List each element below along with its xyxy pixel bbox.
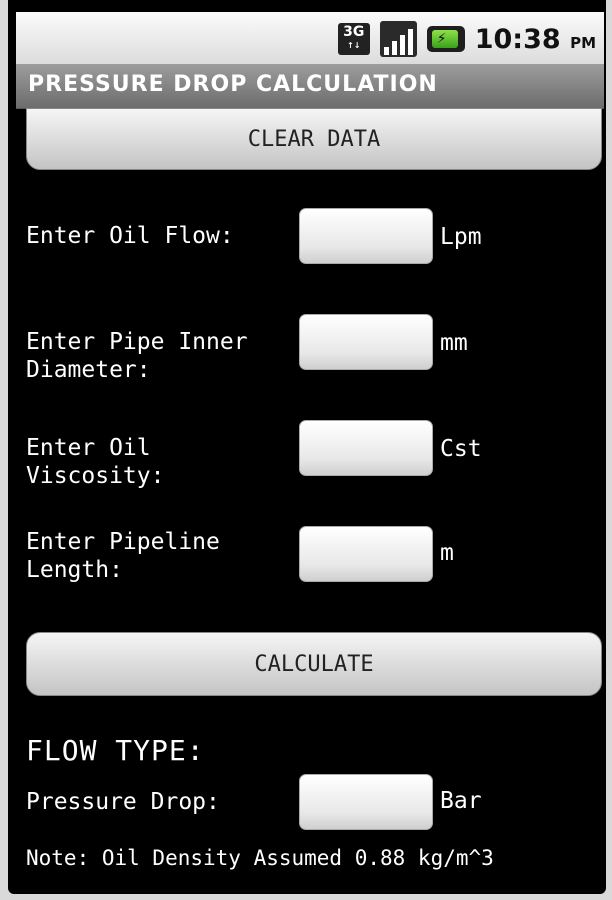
pressure-drop-unit: Bar [440,788,482,814]
density-note: Note: Oil Density Assumed 0.88 kg/m^3 [26,846,494,870]
oil-viscosity-label: Enter Oil Viscosity: [26,435,165,489]
pipe-diameter-input[interactable] [299,314,433,370]
pipeline-length-input[interactable] [299,526,433,582]
clear-data-button[interactable]: CLEAR DATA [26,108,602,170]
phone-screen: 3G ↑↓ ⚡ 10:38 PM PRESSURE DROP CALCULATI… [8,0,606,894]
3g-icon: 3G ↑↓ [337,23,370,55]
pressure-drop-output[interactable] [299,774,433,830]
pipeline-length-label: Enter Pipeline Length: [26,529,220,583]
oil-flow-label: Enter Oil Flow: [26,223,234,249]
network-type: 3G [343,24,365,40]
clock-ampm: PM [570,33,596,52]
oil-viscosity-unit: Cst [440,436,482,462]
oil-flow-input[interactable] [299,208,433,264]
pipe-diameter-unit: mm [440,330,468,356]
oil-flow-unit: Lpm [440,224,482,250]
app-title: PRESSURE DROP CALCULATION [28,72,438,97]
oil-viscosity-input[interactable] [299,420,433,476]
pipe-diameter-label: Enter Pipe Inner Diameter: [26,329,248,378]
title-bar: PRESSURE DROP CALCULATION [16,64,604,109]
status-bar: 3G ↑↓ ⚡ 10:38 PM [16,12,604,64]
pipeline-length-unit: m [440,540,454,566]
battery-icon: ⚡ [426,26,465,52]
calculate-button[interactable]: CALCULATE [26,632,602,696]
clock: 10:38 PM [475,24,596,55]
status-icons: 3G ↑↓ ⚡ 10:38 PM [337,21,596,57]
network-activity: ↑↓ [347,41,361,50]
clock-time: 10:38 [474,23,561,55]
flow-type-label: FLOW TYPE: [26,734,205,767]
pressure-drop-label: Pressure Drop: [26,789,220,815]
signal-icon [379,21,417,57]
